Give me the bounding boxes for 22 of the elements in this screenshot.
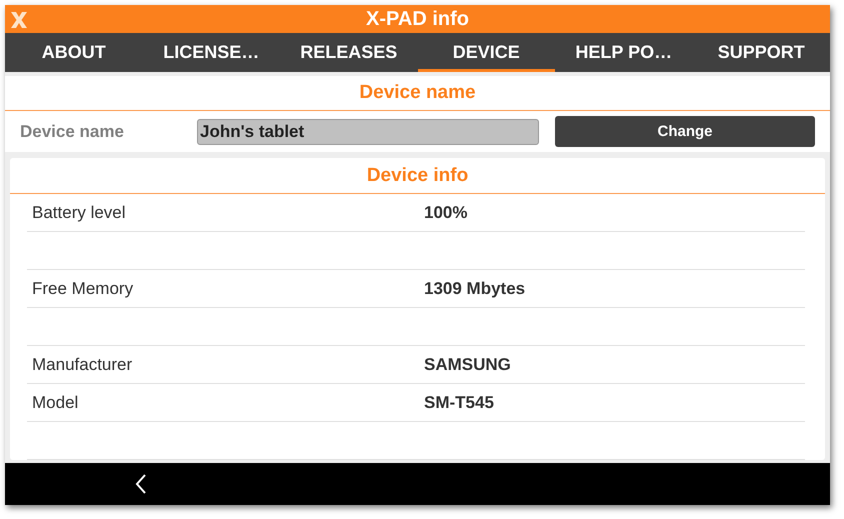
tab[interactable]: DEVICE	[418, 33, 555, 72]
info-label: Manufacturer	[31, 354, 134, 374]
tab[interactable]: HELP PO…	[555, 33, 692, 72]
x-logo-icon	[9, 10, 29, 30]
tab[interactable]: LICENSE…	[142, 33, 280, 72]
input-field[interactable]: John's tablet	[197, 118, 539, 144]
info-label: Free Memory	[31, 278, 134, 298]
info-label: Model	[31, 392, 80, 412]
info-value: 100%	[424, 202, 468, 222]
back-icon[interactable]	[135, 473, 147, 495]
field-label: Device name	[19, 122, 125, 142]
info-value: SAMSUNG	[424, 354, 511, 374]
change-button[interactable]: Change	[555, 116, 815, 147]
section-heading: Device name	[5, 76, 830, 111]
tab[interactable]: ABOUT	[5, 33, 142, 72]
info-value: SM-T545	[424, 392, 494, 412]
section-heading: Device info	[10, 158, 825, 194]
tab[interactable]: RELEASES	[280, 33, 418, 72]
tab[interactable]: SUPPORT	[692, 33, 830, 72]
info-label: Battery level	[31, 202, 127, 222]
window-title: X-PAD info	[366, 8, 469, 31]
info-value: 1309 Mbytes	[424, 278, 526, 298]
